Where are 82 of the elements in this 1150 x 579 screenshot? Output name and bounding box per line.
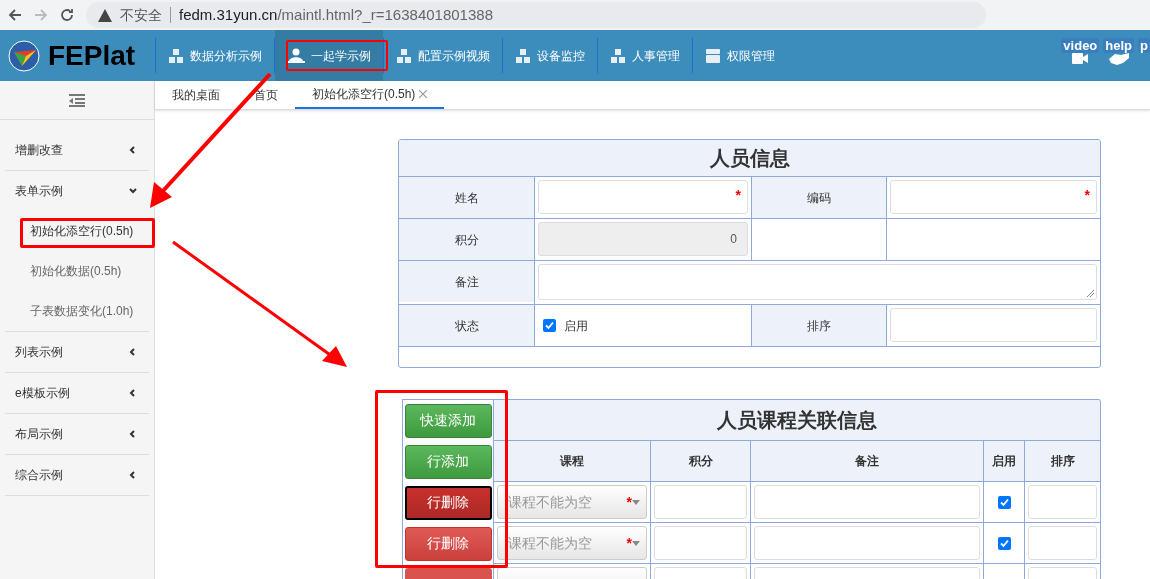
chevron-left-icon: [129, 389, 137, 397]
logo-icon: [8, 39, 40, 72]
required-mark: *: [626, 533, 632, 553]
column-header: 启用: [983, 441, 1024, 482]
chevron-down-icon: [129, 187, 137, 195]
address-bar[interactable]: 不安全 fedm.31yun.cn/maintl.html?_r=1638401801388: [86, 2, 986, 28]
boxes-icon: [515, 47, 531, 64]
text-input[interactable]: *: [890, 180, 1097, 214]
checkbox[interactable]: [543, 319, 556, 332]
warning-icon: [98, 8, 112, 22]
required-mark: *: [735, 186, 741, 205]
checkbox-label: 启用: [564, 317, 588, 335]
reload-icon[interactable]: [60, 8, 74, 22]
boxes-icon: [610, 47, 626, 64]
sidebar-group[interactable]: 列表示例: [5, 332, 149, 372]
column-header: 排序: [1024, 441, 1100, 482]
sidebar-group[interactable]: 综合示例: [5, 455, 149, 495]
field-label: 备注: [399, 261, 534, 302]
add-button[interactable]: 快速添加: [404, 403, 492, 438]
security-label: 不安全: [120, 5, 162, 25]
boxes-icon: [396, 47, 412, 64]
course-select[interactable]: 课程不能为空 *: [497, 485, 647, 519]
box-icon: [705, 47, 721, 64]
tab[interactable]: 初始化添空行(0.5h): [295, 81, 445, 109]
header-tool-button[interactable]: p: [1138, 38, 1150, 53]
sidebar-group[interactable]: 增删改查: [5, 130, 149, 170]
required-mark: *: [626, 492, 632, 512]
required-mark: *: [1084, 186, 1090, 205]
score-input[interactable]: [654, 485, 747, 519]
sidebar-item[interactable]: 子表数据变化(1.0h): [5, 291, 149, 331]
nav-item[interactable]: 数据分析示例: [156, 30, 274, 81]
field-label: 排序: [751, 305, 886, 346]
sidebar-group[interactable]: 表单示例: [5, 171, 149, 211]
sidebar-group[interactable]: 布局示例: [5, 414, 149, 454]
logo-text: FEPlat: [48, 38, 136, 73]
close-icon[interactable]: [419, 90, 428, 98]
collapse-menu-icon[interactable]: [69, 93, 85, 107]
grid-title: 人员课程关联信息: [493, 400, 1100, 441]
dropdown-caret-icon: [632, 540, 640, 546]
chevron-left-icon: [129, 471, 137, 479]
nav-item[interactable]: 配置示例视频: [384, 30, 502, 81]
resize-handle-icon[interactable]: [1087, 290, 1094, 297]
course-select[interactable]: 课程不能为空 *: [497, 526, 647, 560]
text-input[interactable]: *: [538, 180, 748, 214]
column-header: 积分: [650, 441, 750, 482]
boxes-icon: [168, 47, 184, 64]
score-input[interactable]: [654, 526, 747, 560]
form-title: 人员信息: [399, 140, 1100, 177]
checkbox[interactable]: [997, 495, 1011, 509]
column-header: 备注: [750, 441, 983, 482]
checkbox[interactable]: [997, 536, 1011, 550]
chevron-left-icon: [129, 146, 137, 154]
column-header: 课程: [493, 441, 650, 482]
chevron-left-icon: [129, 348, 137, 356]
nav-item[interactable]: 一起学示例: [275, 30, 383, 81]
sort-input[interactable]: [1028, 526, 1097, 560]
note-input[interactable]: [754, 526, 980, 560]
video-camera-icon: [1072, 53, 1089, 64]
tab[interactable]: 首页: [237, 81, 295, 109]
url-text: fedm.31yun.cn/maintl.html?_r=1638401801388: [179, 4, 493, 25]
text-input[interactable]: [890, 308, 1097, 342]
field-label: 积分: [399, 219, 534, 260]
field-label: 状态: [399, 305, 534, 346]
nav-item[interactable]: 人事管理: [598, 30, 692, 81]
nav-item[interactable]: 权限管理: [693, 30, 787, 81]
sort-input[interactable]: [1028, 485, 1097, 519]
sidebar-item[interactable]: 初始化添空行(0.5h): [5, 211, 149, 251]
field-label: 编码: [751, 177, 886, 218]
chevron-left-icon: [129, 430, 137, 438]
back-icon[interactable]: [8, 8, 22, 22]
dropdown-caret-icon: [632, 499, 640, 505]
textarea-field[interactable]: [538, 264, 1097, 300]
delete-row-button[interactable]: 行删除: [404, 526, 492, 561]
nav-item[interactable]: 设备监控: [503, 30, 597, 81]
add-button[interactable]: 行添加: [404, 444, 492, 479]
note-input[interactable]: [754, 485, 980, 519]
delete-row-button[interactable]: 行删除: [404, 485, 492, 520]
tab[interactable]: 我的桌面: [155, 81, 237, 109]
field-label: 姓名: [399, 177, 534, 218]
person-icon: [287, 47, 305, 64]
sidebar-item[interactable]: 初始化数据(0.5h): [5, 251, 149, 291]
sidebar-group[interactable]: e模板示例: [5, 373, 149, 413]
